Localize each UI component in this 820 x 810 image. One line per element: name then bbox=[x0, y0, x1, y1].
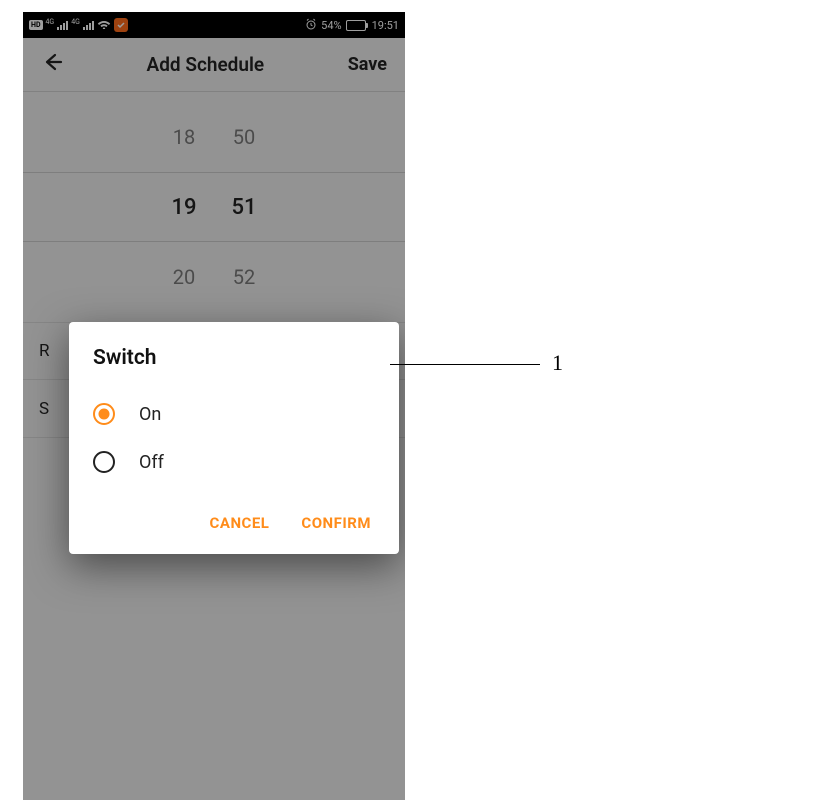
cancel-button[interactable]: CANCEL bbox=[206, 508, 274, 538]
radio-off-icon bbox=[93, 451, 115, 473]
annotation-label: 1 bbox=[552, 350, 563, 376]
switch-dialog: Switch On Off CANCEL CONFIRM bbox=[69, 322, 399, 554]
radio-on-label: On bbox=[139, 404, 161, 425]
annotation-line bbox=[390, 364, 540, 365]
phone-screen: HD 4G 4G bbox=[23, 12, 405, 800]
dialog-title: Switch bbox=[93, 346, 375, 370]
radio-option-off[interactable]: Off bbox=[93, 438, 375, 486]
radio-on-icon bbox=[93, 403, 115, 425]
dialog-buttons: CANCEL CONFIRM bbox=[93, 508, 375, 538]
radio-option-on[interactable]: On bbox=[93, 390, 375, 438]
radio-off-label: Off bbox=[139, 452, 164, 473]
confirm-button[interactable]: CONFIRM bbox=[297, 508, 375, 538]
